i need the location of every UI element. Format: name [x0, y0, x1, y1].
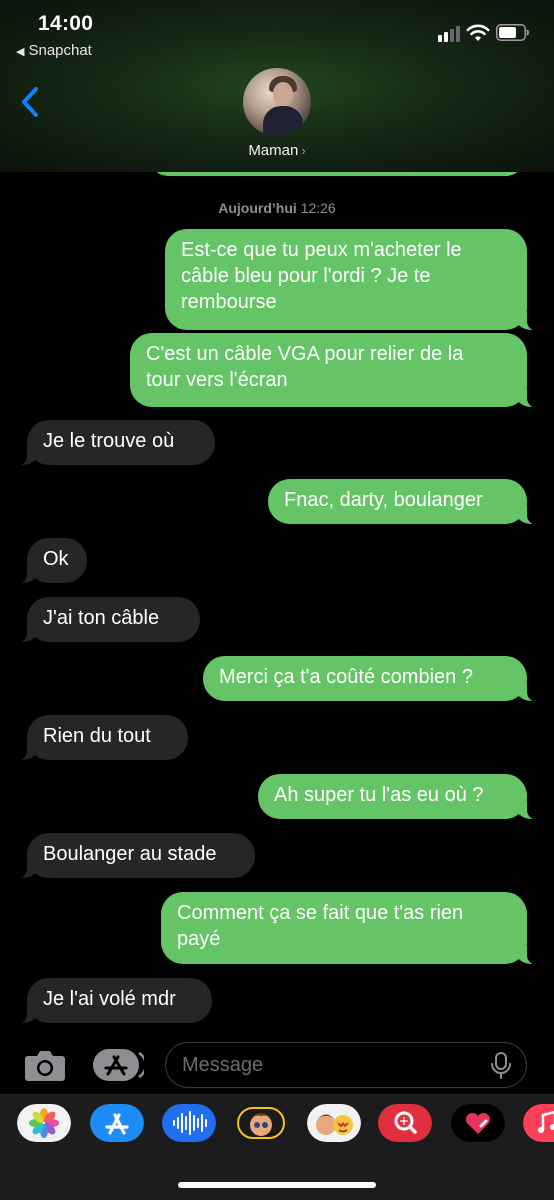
contact-name-button[interactable]: Maman ›: [0, 142, 554, 159]
microphone-icon[interactable]: [490, 1052, 512, 1080]
message-timestamp: Aujourd’hui 12:26: [0, 200, 554, 216]
incoming-message[interactable]: Je le trouve où: [15, 420, 215, 466]
message-text: Boulanger au stade: [43, 843, 217, 865]
message-text: Comment ça se fait que t'as rien payé: [177, 902, 464, 950]
message-input[interactable]: [165, 1042, 527, 1088]
message-text: Est-ce que tu peux m'acheter le câble bl…: [181, 239, 462, 313]
wifi-icon: [466, 24, 490, 41]
outgoing-message[interactable]: Ah super tu l'as eu où ?: [258, 774, 539, 820]
incoming-message[interactable]: Je l'ai volé mdr: [15, 978, 212, 1024]
audio-message-icon[interactable]: [162, 1104, 216, 1142]
incoming-message[interactable]: Ok: [15, 538, 87, 584]
cellular-signal-icon: [438, 26, 460, 42]
back-chevron-icon[interactable]: [20, 86, 40, 118]
memoji-icon[interactable]: [234, 1104, 288, 1142]
message-text: Merci ça t'a coûté combien ?: [219, 666, 473, 688]
chevron-right-icon: ›: [301, 143, 306, 158]
music-icon[interactable]: [523, 1104, 554, 1142]
digital-touch-icon[interactable]: [451, 1104, 505, 1142]
incoming-message[interactable]: Boulanger au stade: [15, 833, 255, 879]
app-store-icon[interactable]: [90, 1104, 144, 1142]
message-text: Je l'ai volé mdr: [43, 988, 176, 1010]
timestamp-time: 12:26: [300, 200, 336, 216]
back-to-app-link[interactable]: ◀ Snapchat: [16, 42, 92, 59]
outgoing-message[interactable]: Est-ce que tu peux m'acheter le câble bl…: [165, 229, 539, 331]
message-text: Ok: [43, 548, 69, 570]
message-text: Fnac, darty, boulanger: [284, 489, 483, 511]
message-text: Je le trouve où: [43, 430, 175, 452]
home-indicator[interactable]: [178, 1182, 376, 1188]
photos-icon[interactable]: [17, 1104, 71, 1142]
back-app-label: Snapchat: [28, 42, 92, 59]
contact-avatar[interactable]: [243, 68, 311, 136]
app-store-button-icon[interactable]: [92, 1048, 144, 1082]
message-text: Ah super tu l'as eu où ?: [274, 784, 484, 806]
status-bar: 14:00 ◀ Snapchat: [0, 0, 554, 64]
clock: 14:00: [38, 12, 94, 35]
message-text: C'est un câble VGA pour relier de la tou…: [146, 343, 464, 391]
outgoing-message[interactable]: Merci ça t'a coûté combien ?: [203, 656, 539, 702]
camera-icon[interactable]: [24, 1048, 66, 1082]
message-text: Rien du tout: [43, 725, 151, 747]
memoji-stickers-icon[interactable]: [307, 1104, 361, 1142]
web-search-icon[interactable]: [378, 1104, 432, 1142]
incoming-message[interactable]: J'ai ton câble: [15, 597, 200, 643]
timestamp-day: Aujourd’hui: [218, 200, 297, 216]
contact-name: Maman: [248, 142, 299, 159]
incoming-message[interactable]: Rien du tout: [15, 715, 188, 761]
outgoing-message[interactable]: Fnac, darty, boulanger: [268, 479, 539, 525]
back-triangle-icon: ◀: [16, 46, 25, 58]
battery-icon: [496, 24, 529, 41]
message-text: J'ai ton câble: [43, 607, 160, 629]
outgoing-message[interactable]: C'est un câble VGA pour relier de la tou…: [130, 333, 539, 408]
outgoing-message[interactable]: Comment ça se fait que t'as rien payé: [161, 892, 539, 965]
